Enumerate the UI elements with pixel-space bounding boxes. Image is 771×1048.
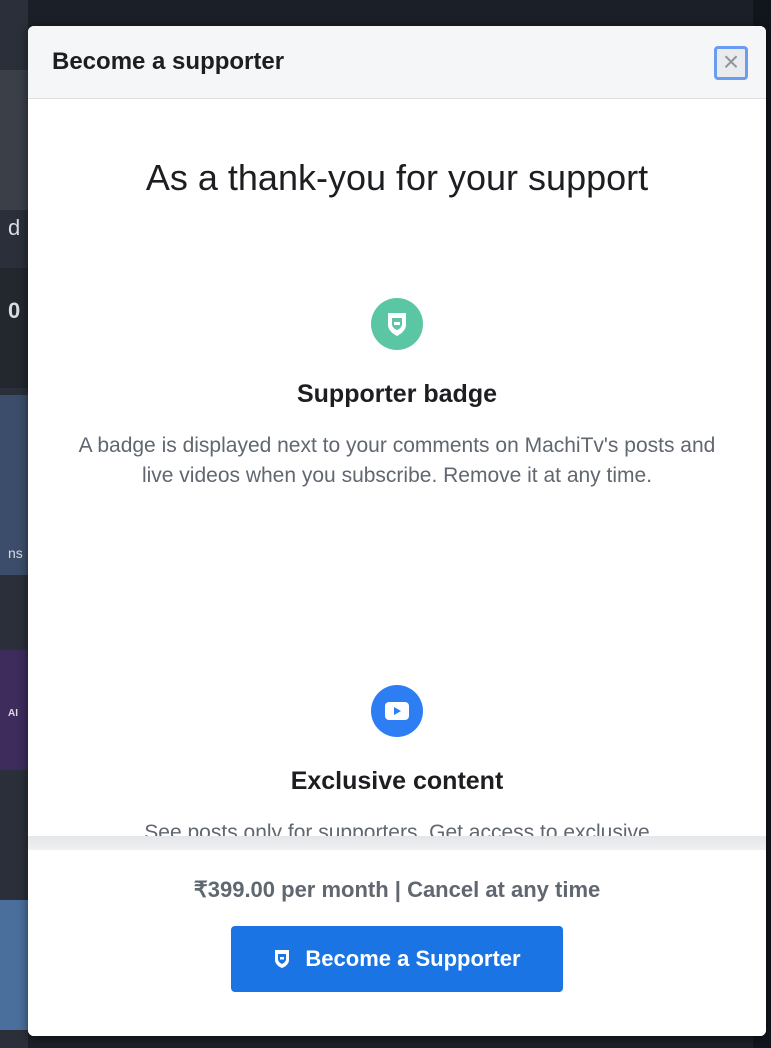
dialog-scroll-content[interactable]: As a thank-you for your support Supporte… <box>28 99 766 847</box>
become-supporter-button[interactable]: Become a Supporter <box>231 926 563 992</box>
dialog-footer: ₹399.00 per month | Cancel at any time B… <box>28 850 766 1036</box>
feature-description: A badge is displayed next to your commen… <box>78 434 716 487</box>
feature-supporter-badge: Supporter badge A badge is displayed nex… <box>28 298 766 491</box>
background-thumbnail <box>0 900 28 1030</box>
video-play-icon <box>371 685 423 737</box>
background-text: AI <box>8 708 18 719</box>
background-panel <box>0 70 28 210</box>
scroll-divider <box>28 836 766 850</box>
feature-exclusive-content: Exclusive content See posts only for sup… <box>28 685 766 847</box>
close-button[interactable]: × <box>714 46 748 80</box>
background-text: ns <box>8 545 23 561</box>
background-panel <box>0 268 28 388</box>
badge-shield-icon <box>273 949 291 969</box>
background-text: d <box>8 215 21 240</box>
feature-title: Exclusive content <box>290 767 504 795</box>
dialog-title: Become a supporter <box>52 48 285 75</box>
dialog-headline: As a thank-you for your support <box>145 157 649 198</box>
dialog-header: Become a supporter × <box>28 26 766 99</box>
price-text: ₹399.00 per month | Cancel at any time <box>193 877 601 902</box>
become-supporter-button-label: Become a Supporter <box>305 946 521 971</box>
background-text: 0 <box>8 298 21 323</box>
become-supporter-dialog: Become a supporter × As a thank-you for … <box>28 26 766 1036</box>
badge-shield-icon <box>371 298 423 350</box>
feature-title: Supporter badge <box>296 380 497 408</box>
close-icon: × <box>722 46 740 77</box>
